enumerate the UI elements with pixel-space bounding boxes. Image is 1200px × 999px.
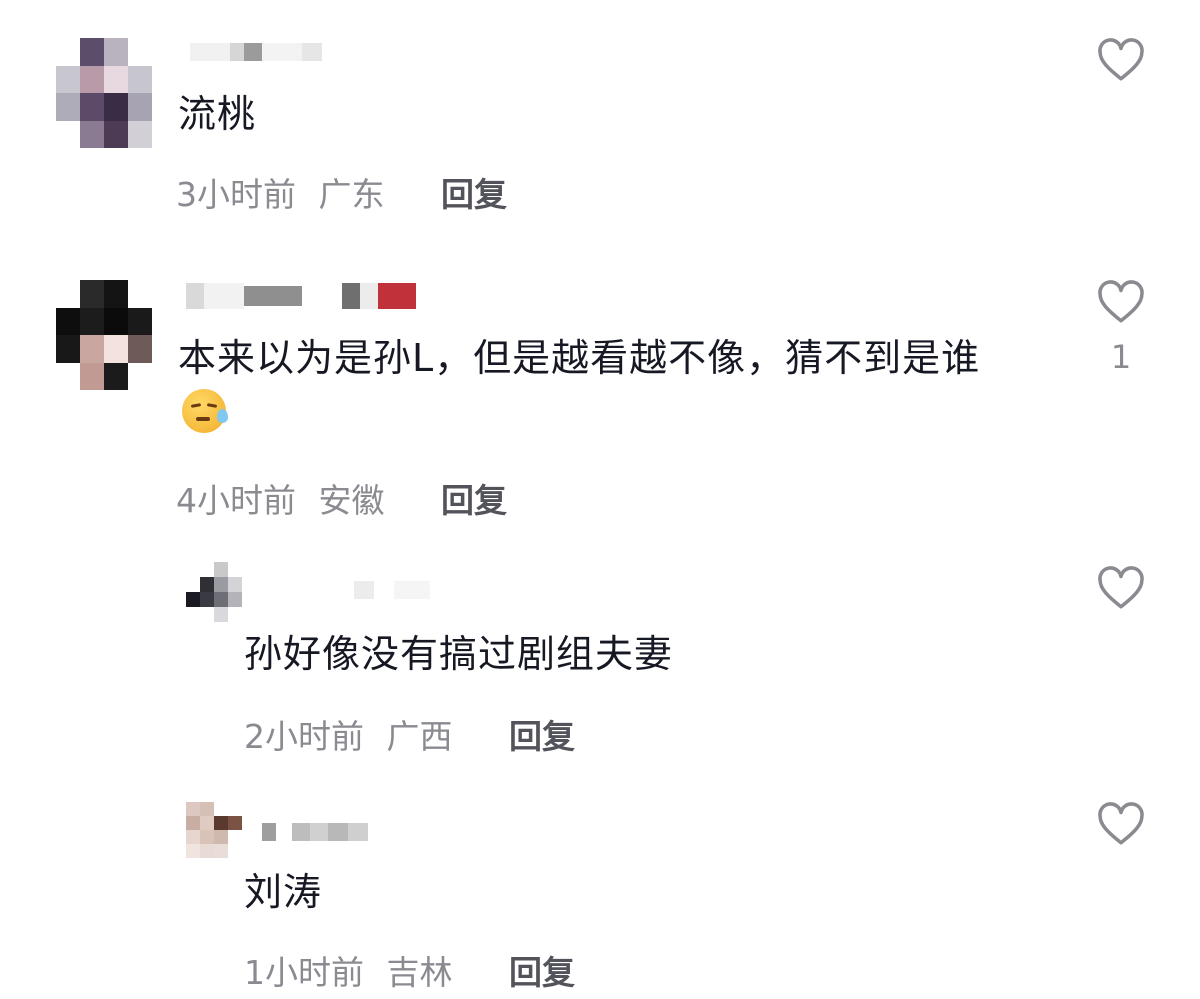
heart-icon[interactable] bbox=[1096, 800, 1146, 850]
reply-comment-2: 刘涛 1小时前 吉林 回复 bbox=[0, 0, 1200, 999]
reply-button[interactable]: 回复 bbox=[509, 953, 575, 992]
comment-meta: 1小时前 吉林 回复 bbox=[244, 946, 575, 994]
username-blurred[interactable] bbox=[262, 822, 368, 842]
avatar-blurred[interactable] bbox=[186, 802, 242, 858]
comment-location: 吉林 bbox=[386, 953, 453, 992]
comment-text: 刘涛 bbox=[244, 870, 323, 914]
comment-time: 1小时前 bbox=[244, 953, 364, 992]
